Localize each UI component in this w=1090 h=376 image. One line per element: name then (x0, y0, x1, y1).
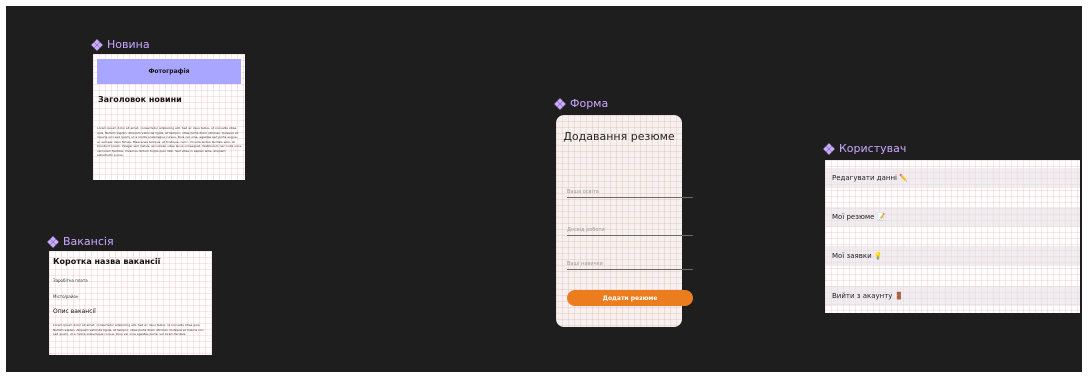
education-input[interactable] (567, 189, 693, 198)
news-card[interactable]: Фотографія Заголовок новини Lorem ipsum … (93, 54, 245, 180)
frame-label-user[interactable]: Користувач (823, 142, 907, 155)
add-resume-button[interactable]: Додати резюме (567, 290, 693, 306)
news-headline: Заголовок новини (98, 95, 182, 104)
menu-item-label: Мої резюме 📝 (832, 213, 886, 221)
component-icon (823, 142, 835, 155)
component-icon (47, 235, 59, 248)
menu-item-my-resumes[interactable]: Мої резюме 📝 (825, 207, 1080, 227)
vacancy-card[interactable]: Коротка назва вакансії Заробітна плата М… (49, 251, 212, 355)
menu-item-edit-data[interactable]: Редагувати данні ✏️ (825, 168, 1080, 188)
news-photo-label: Фотографія (148, 68, 190, 75)
vacancy-description-heading: Опис вакансії (53, 308, 96, 315)
menu-item-logout[interactable]: Вийти з акаунту 🚪 (825, 286, 1080, 306)
vacancy-description-text: Lorem ipsum dolor sit amet, consectetur … (53, 323, 204, 336)
component-icon (91, 38, 103, 51)
form-title: Додавання резюме (563, 130, 675, 143)
vacancy-city: Місто/район (53, 294, 79, 299)
menu-item-label: Мої заявки 💡 (832, 252, 883, 260)
news-body-text: Lorem ipsum dolor sit amet, consectetur … (97, 126, 243, 157)
menu-item-my-applications[interactable]: Мої заявки 💡 (825, 246, 1080, 266)
frame-label-text: Форма (570, 97, 609, 110)
user-menu-card: Редагувати данні ✏️ Мої резюме 📝 Мої зая… (825, 160, 1080, 313)
frame-label-form[interactable]: Форма (554, 97, 609, 110)
vacancy-salary: Заробітна плата (53, 278, 88, 283)
experience-input[interactable] (567, 227, 693, 236)
component-icon (554, 97, 566, 110)
vacancy-title: Коротка назва вакансії (53, 257, 161, 266)
frame-label-text: Користувач (839, 142, 907, 155)
resume-form-card: Додавання резюме Додати резюме (556, 115, 693, 327)
frame-label-news[interactable]: Новина (91, 38, 150, 51)
news-photo-placeholder: Фотографія (97, 59, 241, 84)
frame-label-vacancy[interactable]: Вакансія (47, 235, 114, 248)
menu-item-label: Редагувати данні ✏️ (832, 174, 908, 182)
frame-label-text: Вакансія (63, 235, 114, 248)
menu-item-label: Вийти з акаунту 🚪 (832, 292, 904, 300)
frame-label-text: Новина (107, 38, 150, 51)
design-canvas: Новина Фотографія Заголовок новини Lorem… (6, 6, 1082, 372)
skills-input[interactable] (567, 261, 693, 270)
